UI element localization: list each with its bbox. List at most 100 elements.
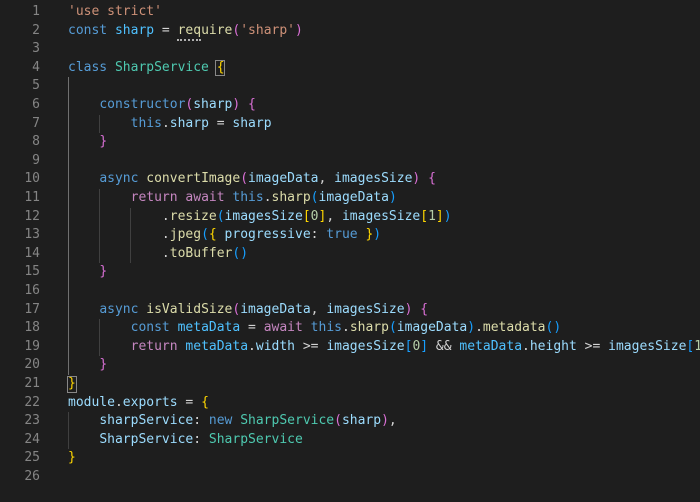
code-token: = [154, 22, 178, 38]
line-number: 25 [24, 450, 40, 466]
line-code: return await this.sharp(imageData) [68, 189, 397, 208]
code-token: imagesSize [326, 338, 405, 354]
code-token: imageData [240, 301, 311, 317]
code-token: sharp [169, 115, 209, 131]
code-token: true [326, 227, 358, 243]
code-token: await [263, 320, 311, 336]
code-token: SharpService [240, 413, 335, 429]
code-line[interactable]: 9 [0, 152, 700, 171]
code-token: imagesSize [334, 171, 413, 187]
code-line[interactable]: 18 const metaData = await this.sharp(ima… [0, 319, 700, 338]
code-token: ] [420, 338, 429, 354]
code-token: } [99, 134, 108, 150]
code-token: 1 [428, 208, 436, 224]
code-token: , [318, 171, 335, 187]
code-line[interactable]: 22 module.exports = { [0, 394, 700, 413]
code-line[interactable]: 5 [0, 77, 700, 96]
code-line[interactable]: 2 const sharp = require('sharp') [0, 22, 700, 41]
code-token: height [529, 338, 577, 354]
code-token: metaData [459, 338, 523, 354]
line-number: 4 [32, 59, 40, 75]
code-line[interactable]: 3 [0, 40, 700, 59]
code-token: sharp [349, 320, 389, 336]
line-number: 26 [24, 469, 40, 484]
code-token: ( [310, 190, 319, 205]
code-token: = [177, 394, 202, 410]
line-number: 1 [32, 4, 40, 19]
code-token: = [208, 115, 233, 131]
line-number: 6 [32, 97, 40, 112]
line-code: class SharpService { [68, 59, 225, 78]
code-token: async [99, 171, 147, 187]
code-token: ] [435, 208, 444, 224]
code-line[interactable]: 23 sharpService: new SharpService(sharp)… [0, 412, 700, 431]
code-line[interactable]: 24 SharpService: SharpService [0, 431, 700, 450]
code-token: : [193, 413, 209, 429]
code-token: ) [443, 208, 452, 224]
line-code: async convertImage(imageData, imagesSize… [68, 170, 436, 189]
code-line[interactable]: 25} [0, 449, 700, 468]
code-line[interactable]: 13 .jpeg({ progressive: true }) [0, 226, 700, 245]
code-token: { [248, 97, 256, 112]
line-number: 8 [32, 134, 40, 150]
code-token: ( [334, 413, 342, 429]
code-line[interactable]: 14 .toBuffer() [0, 245, 700, 264]
code-line[interactable]: 7 this.sharp = sharp [0, 115, 700, 134]
code-line[interactable]: 1 'use strict' [0, 3, 700, 22]
line-code: } [68, 356, 107, 375]
code-token: ) [295, 22, 303, 38]
code-token: } [68, 376, 76, 391]
code-token: new [208, 413, 241, 429]
code-line[interactable]: 15 } [0, 263, 700, 282]
code-line[interactable]: 21} [0, 375, 700, 394]
code-line[interactable]: 6 constructor(sharp) { [0, 96, 700, 115]
code-token: module [68, 394, 115, 410]
code-line[interactable]: 20 } [0, 356, 700, 375]
line-number: 7 [32, 115, 40, 131]
line-code: .resize(imagesSize[0], imagesSize[1]) [68, 208, 452, 227]
code-token: . [263, 190, 272, 205]
code-token: () [232, 245, 249, 261]
code-line[interactable]: 11 return await this.sharp(imageData) [0, 189, 700, 208]
code-editor[interactable]: 1'use strict' 2 const sharp = require('sha… [0, 0, 700, 502]
code-line[interactable]: 16 [0, 282, 700, 301]
line-number: 20 [24, 357, 40, 373]
code-token: this [130, 115, 162, 131]
line-code: return metaData.width >= imagesSize[0] &… [68, 338, 700, 357]
code-line[interactable]: 19 return metaData.width >= imagesSize[0… [0, 338, 700, 357]
line-number: 23 [24, 413, 40, 429]
code-token: metaData [185, 338, 249, 354]
code-token: . [522, 338, 530, 354]
line-code: const metaData = await this.sharp(imageD… [68, 319, 562, 338]
code-token: >= [295, 338, 327, 354]
line-code: .toBuffer() [68, 245, 248, 264]
code-token: , [388, 413, 397, 429]
code-token: . [475, 320, 483, 336]
line-number: 15 [24, 264, 40, 280]
code-token: SharpService [114, 59, 209, 75]
code-line[interactable]: 10 async convertImage(imageData, imagesS… [0, 170, 700, 189]
code-line[interactable]: 17 async isValidSize(imageData, imagesSi… [0, 301, 700, 320]
code-token: ( [201, 227, 209, 243]
code-line[interactable]: 12 .resize(imagesSize[0], imagesSize[1]) [0, 208, 700, 227]
line-code: } [68, 133, 107, 152]
code-line[interactable]: 8 } [0, 133, 700, 152]
code-token: ) [373, 227, 382, 243]
code-token: . [341, 320, 350, 336]
code-line[interactable]: 4 class SharpService { [0, 59, 700, 78]
code-token: class [68, 59, 115, 75]
code-token: const [68, 22, 115, 38]
code-line[interactable]: 26 [0, 468, 700, 487]
code-token: { [420, 301, 429, 317]
line-code: } [68, 263, 107, 282]
line-number: 5 [32, 78, 40, 94]
line-code: const sharp = require('sharp') [68, 22, 303, 41]
code-token: require [177, 22, 233, 38]
